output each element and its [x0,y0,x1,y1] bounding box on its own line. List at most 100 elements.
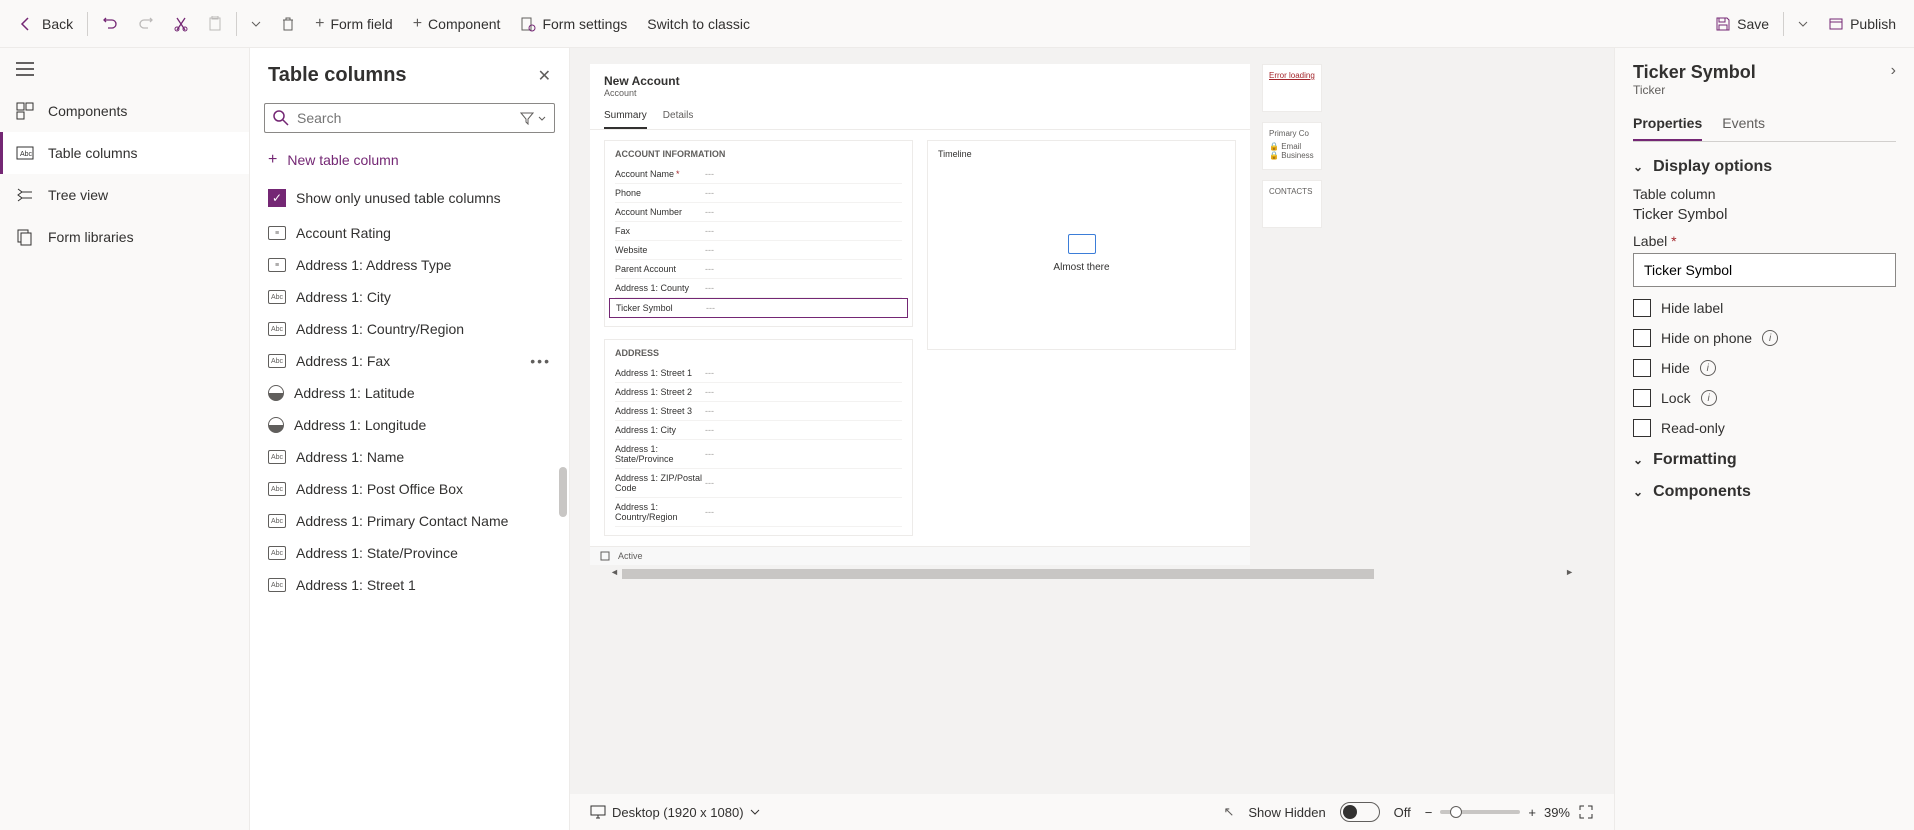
section-timeline[interactable]: Timeline Almost there [927,140,1236,350]
column-item-label: Address 1: Latitude [294,385,415,401]
form-field[interactable]: Address 1: Street 2--- [615,383,902,402]
form-field[interactable]: Address 1: Country/Region--- [615,498,902,527]
column-item[interactable]: ≡Address 1: Address Type [250,249,569,281]
delete-button[interactable] [271,0,305,47]
field-value: --- [705,207,902,217]
publish-button[interactable]: Publish [1818,0,1906,47]
form-settings-button[interactable]: Form settings [510,0,637,47]
form-field[interactable]: Fax--- [615,222,902,241]
form-field[interactable]: Ticker Symbol--- [609,298,908,318]
column-item[interactable]: AbcAddress 1: Post Office Box [250,473,569,505]
undo-button[interactable] [92,0,128,47]
hamburger-button[interactable] [0,48,249,90]
field-label: Account Name* [615,169,705,179]
add-form-field-button[interactable]: + Form field [305,0,403,47]
section-address[interactable]: ADDRESS Address 1: Street 1---Address 1:… [604,339,913,536]
add-component-button[interactable]: + Component [403,0,511,47]
show-unused-checkbox-row[interactable]: ✓ Show only unused table columns [250,179,569,217]
scrollbar-thumb[interactable] [559,467,567,517]
info-icon[interactable]: i [1700,360,1716,376]
cut-button[interactable] [164,0,198,47]
fit-icon[interactable] [1578,804,1594,820]
side-card-error[interactable]: Error loading [1262,64,1322,112]
section-components[interactable]: ⌄ Components [1633,483,1896,501]
zoom-slider[interactable] [1440,810,1520,814]
column-item[interactable]: AbcAddress 1: Primary Contact Name [250,505,569,537]
column-item[interactable]: AbcAddress 1: City [250,281,569,313]
close-panel-button[interactable]: ✕ [538,66,551,86]
field-value: --- [705,478,902,488]
save-button[interactable]: Save [1705,0,1779,47]
column-item[interactable]: Address 1: Longitude [250,409,569,441]
more-button[interactable]: ••• [530,353,551,369]
scrollbar-thumb[interactable] [622,569,1374,579]
search-box[interactable] [264,103,512,133]
read-only-checkbox[interactable]: Read-only [1633,419,1896,437]
paste-button[interactable] [198,0,232,47]
table-column-label: Table column [1633,186,1896,202]
column-item[interactable]: AbcAddress 1: State/Province [250,537,569,569]
tab-properties[interactable]: Properties [1633,107,1702,141]
form-field[interactable]: Website--- [615,241,902,260]
nav-table-columns[interactable]: Abc Table columns [0,132,249,174]
form-field[interactable]: Address 1: Street 3--- [615,402,902,421]
side-card-primary[interactable]: Primary Co 🔒 Email 🔒 Business [1262,122,1322,170]
back-button[interactable]: Back [8,0,83,47]
label-field-label: Label * [1633,233,1896,249]
tab-summary[interactable]: Summary [604,104,647,129]
paste-dropdown[interactable] [241,0,271,47]
form-field[interactable]: Address 1: ZIP/Postal Code--- [615,469,902,498]
tab-events[interactable]: Events [1722,107,1765,141]
hide-on-phone-checkbox[interactable]: Hide on phone i [1633,329,1896,347]
nav-components[interactable]: Components [0,90,249,132]
form-field[interactable]: Account Name*--- [615,165,902,184]
column-item[interactable]: Address 1: Latitude [250,377,569,409]
device-selector[interactable]: Desktop (1920 x 1080) [590,805,760,820]
switch-classic-button[interactable]: Switch to classic [637,0,760,47]
column-item[interactable]: AbcAddress 1: Country/Region [250,313,569,345]
column-item[interactable]: AbcAddress 1: Street 1 [250,569,569,601]
column-item[interactable]: AbcAddress 1: Name [250,441,569,473]
text-icon: Abc [268,578,286,592]
hide-checkbox[interactable]: Hide i [1633,359,1896,377]
nav-tree-view[interactable]: Tree view [0,174,249,216]
form-field[interactable]: Address 1: City--- [615,421,902,440]
column-item[interactable]: AbcAddress 1: Fax••• [250,345,569,377]
form-field[interactable]: Parent Account--- [615,260,902,279]
info-icon[interactable]: i [1762,330,1778,346]
field-label: Address 1: Country/Region [615,502,705,522]
nav-form-libraries[interactable]: Form libraries [0,216,249,258]
text-icon: Abc [268,514,286,528]
form-field[interactable]: Address 1: State/Province--- [615,440,902,469]
chevron-down-icon [538,116,546,121]
form-field[interactable]: Account Number--- [615,203,902,222]
label-input[interactable] [1633,253,1896,287]
new-column-button[interactable]: + New table column [250,141,569,179]
field-label: Phone [615,188,705,198]
section-display-options[interactable]: ⌄ Display options [1633,158,1896,176]
redo-button[interactable] [128,0,164,47]
side-card-contacts[interactable]: CONTACTS [1262,180,1322,228]
search-input[interactable] [297,110,504,126]
form-field[interactable]: Phone--- [615,184,902,203]
tab-details[interactable]: Details [663,104,694,129]
props-tabs: Properties Events [1633,107,1896,142]
zoom-out-button[interactable]: − [1425,805,1433,820]
section-account-info[interactable]: ACCOUNT INFORMATION Account Name*---Phon… [604,140,913,327]
show-hidden-toggle[interactable] [1340,802,1380,822]
field-label: Address 1: ZIP/Postal Code [615,473,705,493]
canvas-horizontal-scrollbar[interactable]: ◄ ► [610,569,1574,581]
form-preview[interactable]: New Account Account Summary Details ACCO… [590,64,1250,565]
info-icon[interactable]: i [1701,390,1717,406]
form-field[interactable]: Address 1: County--- [615,279,902,298]
column-item[interactable]: ≡Account Rating [250,217,569,249]
lock-checkbox[interactable]: Lock i [1633,389,1896,407]
form-field[interactable]: Address 1: Street 1--- [615,364,902,383]
section-formatting[interactable]: ⌄ Formatting [1633,451,1896,469]
save-dropdown[interactable] [1788,0,1818,47]
expand-panel-button[interactable]: › [1891,62,1896,80]
filter-button[interactable] [512,103,555,133]
hide-label-checkbox[interactable]: Hide label [1633,299,1896,317]
zoom-in-button[interactable]: + [1528,805,1536,820]
props-title: Ticker Symbol [1633,62,1756,83]
